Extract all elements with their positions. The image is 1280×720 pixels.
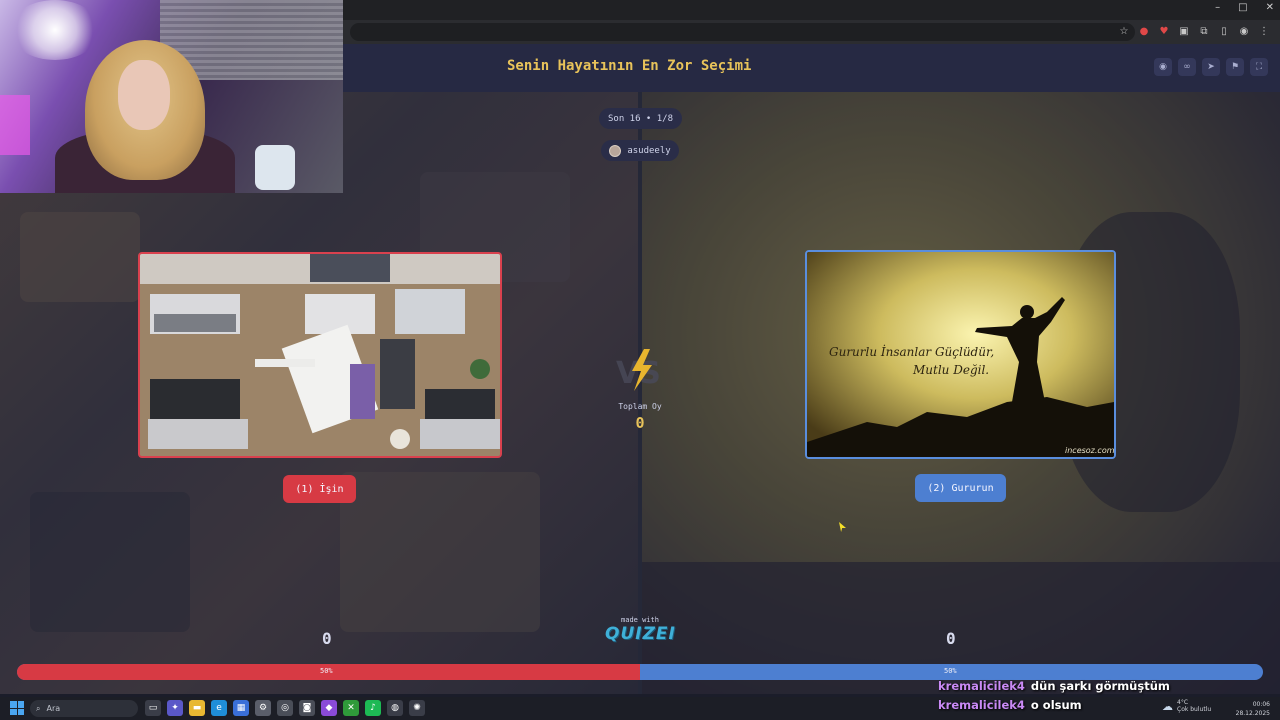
- extensions-puzzle-icon[interactable]: ⧉: [1198, 24, 1210, 38]
- chat-message: kremalicilek4 dün şarkı görmüştüm: [938, 677, 1170, 696]
- image-caption-line1: Gururlu İnsanlar Güçlüdür,: [829, 344, 994, 359]
- stream-chat-overlay: kremalicilek4 dün şarkı görmüştüm kremali…: [938, 677, 1170, 715]
- browser-extension-icons: ☆ ● ♥ ▣ ⧉ ▯ ◉ ⋮: [1118, 24, 1270, 38]
- total-votes-label: Toplam Oy: [618, 402, 662, 411]
- choice-divider: [638, 92, 642, 694]
- left-score: 0: [322, 629, 332, 648]
- search-placeholder: Ara: [46, 704, 61, 713]
- fullscreen-icon[interactable]: ⛶: [1250, 58, 1268, 76]
- close-icon[interactable]: ✕: [1266, 2, 1274, 13]
- left-choice-image[interactable]: [138, 252, 502, 458]
- settings-gear-icon[interactable]: ⚙: [255, 700, 271, 716]
- browser-menu-icon[interactable]: ⋮: [1258, 24, 1270, 38]
- choose-left-button[interactable]: (1) İşin: [283, 475, 356, 503]
- start-menu-icon[interactable]: [10, 701, 24, 715]
- username: asudeely: [627, 145, 671, 156]
- choose-right-button[interactable]: (2) Gururun: [915, 474, 1006, 502]
- extension-red-icon[interactable]: ●: [1138, 24, 1150, 38]
- maximize-icon[interactable]: □: [1238, 2, 1247, 13]
- extension-heart-icon[interactable]: ♥: [1158, 24, 1170, 38]
- page-title: Senin Hayatının En Zor Seçimi: [507, 58, 752, 74]
- right-choice-image[interactable]: Gururlu İnsanlar Güçlüdür, Mutlu Değil. …: [805, 250, 1116, 459]
- total-votes-value: 0: [635, 414, 645, 432]
- progress-right-label: 50%: [944, 667, 957, 675]
- progress-left-label: 50%: [320, 667, 333, 675]
- spotify-icon[interactable]: ♪: [365, 700, 381, 716]
- send-icon[interactable]: ➤: [1202, 58, 1220, 76]
- file-explorer-icon[interactable]: ▬: [189, 700, 205, 716]
- silhouette-image: Gururlu İnsanlar Güçlüdür, Mutlu Değil. …: [807, 252, 1114, 457]
- xbox-icon[interactable]: ✕: [343, 700, 359, 716]
- sidebar-icon[interactable]: ▯: [1218, 24, 1230, 38]
- image-credit: incesoz.com: [1065, 446, 1114, 455]
- versus-icon: VS: [616, 349, 661, 391]
- task-view-icon[interactable]: ▭: [145, 700, 161, 716]
- chat-text: dün şarkı görmüştüm: [1030, 679, 1170, 693]
- chat-text: o olsum: [1030, 698, 1082, 712]
- header-actions: ◉ ∞ ➤ ⚑ ⛶: [1154, 58, 1268, 76]
- taskbar-apps: ▭ ✦ ▬ e ▦ ⚙ ◎ ◙ ◆ ✕ ♪ ◍ ✺: [145, 700, 425, 716]
- webcam-overlay: [0, 0, 343, 193]
- window-controls: – □ ✕: [1215, 2, 1274, 13]
- edge-icon[interactable]: e: [211, 700, 227, 716]
- search-icon: ⌕: [36, 703, 41, 713]
- address-bar[interactable]: [350, 23, 1135, 41]
- store-icon[interactable]: ▦: [233, 700, 249, 716]
- bookmark-star-icon[interactable]: ☆: [1118, 24, 1130, 38]
- brand-logo[interactable]: QUIZEI: [605, 624, 675, 644]
- game-icon[interactable]: ✺: [409, 700, 425, 716]
- taskbar-search[interactable]: ⌕ Ara: [30, 700, 138, 717]
- extension-box-icon[interactable]: ▣: [1178, 24, 1190, 38]
- clock-date: 28.12.2025: [1235, 710, 1270, 717]
- system-clock[interactable]: 00:06 28.12.2025: [1236, 700, 1270, 718]
- flag-icon[interactable]: ⚑: [1226, 58, 1244, 76]
- made-with-label: made with: [621, 616, 659, 624]
- chat-username: kremalicilek4: [938, 679, 1025, 693]
- screen: – □ ✕ ☆ ● ♥ ▣ ⧉ ▯ ◉ ⋮ Senin Hayatının En…: [0, 0, 1280, 720]
- office-desk-image: [140, 254, 500, 456]
- round-indicator: Son 16 • 1/8: [599, 108, 682, 129]
- profile-avatar-icon[interactable]: ◉: [1238, 24, 1250, 38]
- image-caption-line2: Mutlu Değil.: [912, 363, 989, 377]
- weather-temp: 4°C: [1177, 699, 1189, 706]
- link-icon[interactable]: ∞: [1178, 58, 1196, 76]
- minimize-icon[interactable]: –: [1215, 2, 1220, 13]
- copilot-icon[interactable]: ✦: [167, 700, 183, 716]
- camera-icon[interactable]: ◙: [299, 700, 315, 716]
- weather-desc: Çok bulutlu: [1177, 706, 1212, 713]
- obs-icon[interactable]: ◍: [387, 700, 403, 716]
- eye-icon[interactable]: ◉: [1154, 58, 1172, 76]
- chrome-icon[interactable]: ◎: [277, 700, 293, 716]
- right-score: 0: [946, 629, 956, 648]
- clock-time: 00:06: [1252, 701, 1270, 708]
- chat-message: kremalicilek4 o olsum: [938, 696, 1170, 715]
- user-badge[interactable]: asudeely: [601, 140, 679, 161]
- twitch-icon[interactable]: ◆: [321, 700, 337, 716]
- avatar: [609, 144, 622, 157]
- chat-username: kremalicilek4: [938, 698, 1025, 712]
